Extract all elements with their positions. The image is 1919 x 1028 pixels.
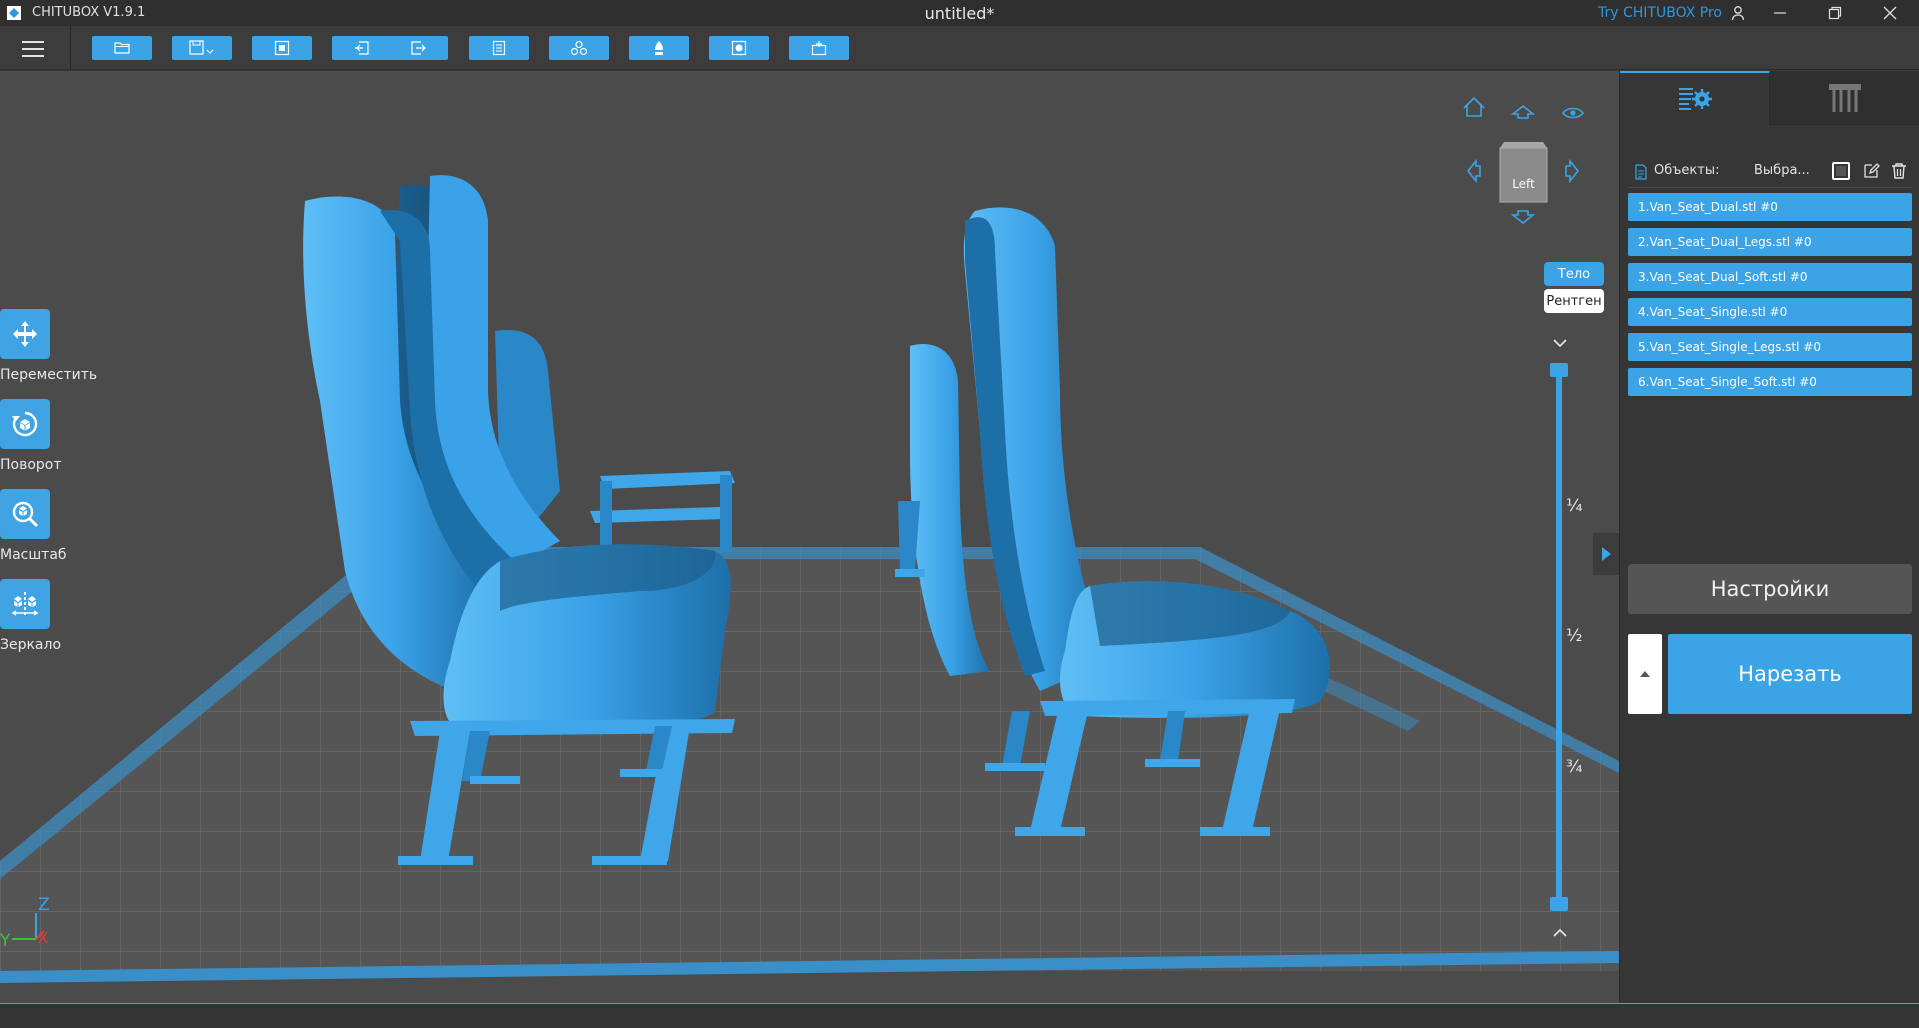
chevron-up-icon[interactable] bbox=[1548, 923, 1572, 943]
tab-supports[interactable] bbox=[1770, 71, 1919, 125]
mirror-tool[interactable]: Зеркало bbox=[0, 579, 92, 653]
arrow-left-icon[interactable] bbox=[1466, 158, 1481, 184]
axis-z-label: Z bbox=[38, 895, 50, 915]
scale-tool[interactable]: Масштаб bbox=[0, 489, 92, 563]
build-plate bbox=[0, 547, 1619, 983]
arrow-up-icon[interactable] bbox=[1510, 104, 1536, 119]
restore-icon bbox=[1828, 6, 1842, 20]
view-cube-face-label[interactable]: Left bbox=[1500, 177, 1547, 191]
main-toolbar bbox=[0, 26, 1919, 70]
objects-label: Объекты: bbox=[1654, 163, 1720, 178]
minimize-icon bbox=[1774, 12, 1786, 14]
settings-button[interactable]: Настройки bbox=[1628, 564, 1912, 614]
app-name: CHITUBOX V1.9.1 bbox=[32, 5, 146, 20]
object-list-item[interactable]: 4.Van_Seat_Single.stl #0 bbox=[1628, 298, 1912, 326]
save-button[interactable] bbox=[172, 36, 232, 60]
tab-print-settings[interactable] bbox=[1620, 71, 1770, 125]
object-list-item[interactable]: 2.Van_Seat_Dual_Legs.stl #0 bbox=[1628, 228, 1912, 256]
axis-x-label: X bbox=[38, 929, 49, 947]
duplicate-button[interactable] bbox=[549, 36, 609, 60]
settings-list-icon bbox=[1678, 88, 1712, 110]
rotate-icon bbox=[0, 399, 50, 449]
arrow-right-icon[interactable] bbox=[1565, 158, 1580, 184]
slice-options-button[interactable] bbox=[1628, 634, 1662, 714]
object-list-item[interactable]: 1.Van_Seat_Dual.stl #0 bbox=[1628, 193, 1912, 221]
arrow-down-icon[interactable] bbox=[1510, 210, 1536, 225]
slider-mark-three-quarter: ¾ bbox=[1566, 757, 1583, 777]
chevron-down-icon[interactable] bbox=[1548, 333, 1572, 353]
scale-tool-label: Масштаб bbox=[0, 547, 67, 563]
select-all-label: Выбра... bbox=[1754, 163, 1810, 178]
close-button[interactable] bbox=[1870, 0, 1910, 26]
view-cube-nav bbox=[1463, 96, 1584, 225]
move-icon bbox=[0, 309, 50, 359]
auto-layout-button[interactable] bbox=[252, 36, 312, 60]
layer-slider-bottom-handle[interactable] bbox=[1550, 897, 1568, 911]
objects-header: Объекты: Выбра... bbox=[1634, 161, 1910, 183]
home-icon[interactable] bbox=[1463, 96, 1485, 117]
user-icon bbox=[1731, 6, 1745, 21]
restore-button[interactable] bbox=[1815, 0, 1855, 26]
object-list-item[interactable]: 6.Van_Seat_Single_Soft.stl #0 bbox=[1628, 368, 1912, 396]
open-file-button[interactable] bbox=[92, 36, 152, 60]
folder-icon bbox=[114, 42, 130, 54]
support-icon bbox=[655, 41, 663, 55]
account-button[interactable] bbox=[1718, 0, 1758, 26]
objects-divider bbox=[1628, 187, 1912, 188]
mirror-tool-label: Зеркало bbox=[0, 637, 62, 653]
status-bar bbox=[0, 1003, 1919, 1028]
export-button[interactable] bbox=[388, 36, 448, 60]
move-tool-label: Переместить bbox=[0, 367, 98, 383]
menu-button[interactable] bbox=[18, 36, 48, 60]
file-info-button[interactable] bbox=[469, 36, 529, 60]
mirror-icon bbox=[0, 579, 50, 629]
minimize-button[interactable] bbox=[1760, 0, 1800, 26]
slice-button[interactable]: Нарезать bbox=[1668, 634, 1912, 714]
title-bar: CHITUBOX V1.9.1 untitled* Try CHITUBOX P… bbox=[0, 0, 1919, 26]
duplicate-icon bbox=[570, 40, 588, 56]
save-icon bbox=[189, 40, 214, 55]
caret-up-icon bbox=[1640, 671, 1650, 677]
trash-icon[interactable] bbox=[1890, 162, 1908, 180]
scene-render[interactable] bbox=[0, 71, 1619, 1003]
hollow-icon bbox=[731, 40, 747, 56]
document-icon bbox=[492, 40, 506, 56]
chitubox-window: CHITUBOX V1.9.1 untitled* Try CHITUBOX P… bbox=[0, 0, 1919, 1028]
move-tool[interactable]: Переместить bbox=[0, 309, 98, 383]
support-button[interactable] bbox=[629, 36, 689, 60]
auto-layout-icon bbox=[274, 40, 290, 56]
export-icon bbox=[411, 41, 426, 55]
right-panel: Объекты: Выбра... 1.Van_Seat_Dual.stl #0… bbox=[1619, 71, 1919, 1003]
add-base-button[interactable] bbox=[789, 36, 849, 60]
object-list-item[interactable]: 5.Van_Seat_Single_Legs.stl #0 bbox=[1628, 333, 1912, 361]
try-pro-link[interactable]: Try CHITUBOX Pro bbox=[1598, 5, 1722, 21]
eye-icon[interactable] bbox=[1562, 107, 1584, 119]
3d-viewport[interactable]: Переместить Поворот Масштаб Зеркало Left… bbox=[0, 71, 1619, 1003]
close-icon bbox=[1883, 6, 1897, 20]
objects-document-icon bbox=[1635, 164, 1647, 180]
slider-mark-half: ½ bbox=[1566, 626, 1583, 646]
body-view-button[interactable]: Тело bbox=[1544, 262, 1604, 286]
caret-right-icon bbox=[1602, 547, 1611, 561]
collapse-panel-button[interactable] bbox=[1593, 533, 1619, 575]
toolbar-divider bbox=[70, 26, 71, 70]
rotate-tool-label: Поворот bbox=[0, 457, 62, 473]
rotate-tool[interactable]: Поворот bbox=[0, 399, 92, 473]
scale-icon bbox=[0, 489, 50, 539]
import-button[interactable] bbox=[332, 36, 392, 60]
chitubox-logo-icon bbox=[7, 6, 21, 20]
hollow-button[interactable] bbox=[709, 36, 769, 60]
edit-icon[interactable] bbox=[1862, 162, 1880, 180]
add-base-icon bbox=[811, 41, 827, 56]
xray-view-button[interactable]: Рентген bbox=[1544, 289, 1604, 313]
object-list-item[interactable]: 3.Van_Seat_Dual_Soft.stl #0 bbox=[1628, 263, 1912, 291]
slider-mark-quarter: ¼ bbox=[1566, 496, 1583, 516]
import-icon bbox=[355, 41, 369, 55]
layer-slider-track[interactable] bbox=[1556, 367, 1562, 907]
supports-icon bbox=[1829, 83, 1861, 112]
axis-y-label: Y bbox=[0, 931, 11, 951]
select-all-checkbox[interactable] bbox=[1832, 162, 1850, 180]
layer-slider-top-handle[interactable] bbox=[1550, 363, 1568, 377]
